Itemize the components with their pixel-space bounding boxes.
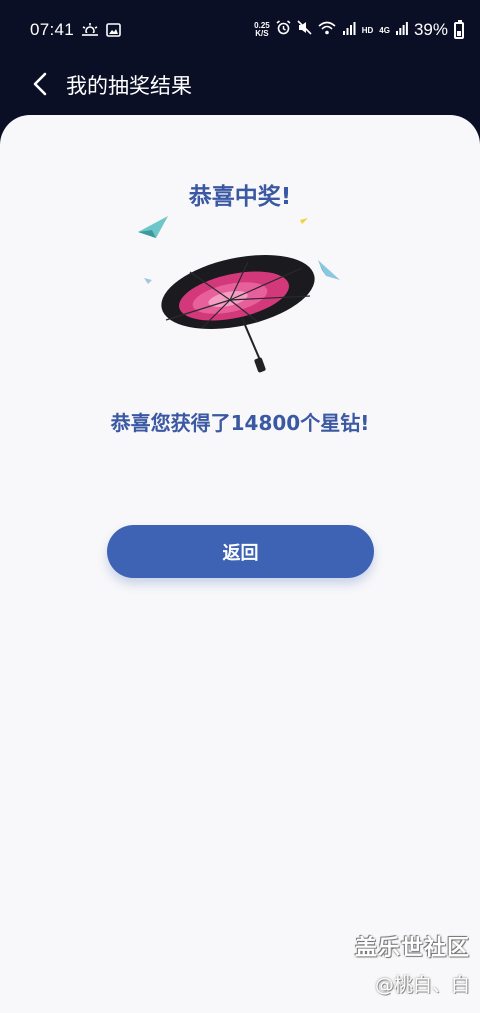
status-bar: 07:41 0.25 K/S HD 4G 39% bbox=[0, 0, 480, 60]
status-right-icons: 0.25 K/S HD 4G 39% bbox=[254, 19, 464, 40]
congrats-title: 恭喜中奖! bbox=[188, 184, 292, 210]
watermark-brand: 盖乐世社区 bbox=[354, 936, 470, 961]
return-button[interactable]: 返回 bbox=[107, 525, 374, 578]
status-left-icons bbox=[82, 22, 121, 41]
hd-label: HD bbox=[361, 25, 374, 35]
prize-message: 恭喜您获得了14800个星钻! bbox=[110, 411, 370, 435]
network-speed: 0.25 K/S bbox=[254, 22, 270, 38]
wifi-icon bbox=[318, 21, 336, 40]
signal-icon bbox=[342, 21, 356, 40]
alarm-icon bbox=[276, 20, 291, 40]
watermark: 盖乐世社区 @桃白、白 bbox=[355, 930, 470, 997]
status-time: 07:41 bbox=[30, 20, 75, 39]
watermark-user: @桃白、白 bbox=[374, 974, 470, 996]
image-icon bbox=[106, 22, 121, 41]
paper-plane-icon bbox=[318, 260, 340, 280]
umbrella-prize-illustration bbox=[130, 210, 350, 380]
result-card: 恭喜中奖! 恭喜您获得了14800个星钻! 返回 盖乐世社区 @桃白、白 bbox=[0, 115, 480, 1013]
app-header: 我的抽奖结果 bbox=[0, 60, 480, 110]
mute-icon bbox=[297, 20, 312, 40]
network-type-label: 4G bbox=[379, 25, 390, 35]
chevron-left-icon[interactable] bbox=[26, 70, 54, 98]
confetti-icon bbox=[144, 278, 152, 284]
page-title: 我的抽奖结果 bbox=[66, 74, 192, 98]
battery-percent: 39% bbox=[413, 20, 448, 39]
signal-icon-2 bbox=[395, 21, 408, 40]
network-speed-unit: K/S bbox=[255, 29, 269, 38]
battery-icon bbox=[454, 19, 464, 39]
confetti-icon bbox=[300, 218, 308, 224]
weather-icon bbox=[82, 22, 98, 41]
